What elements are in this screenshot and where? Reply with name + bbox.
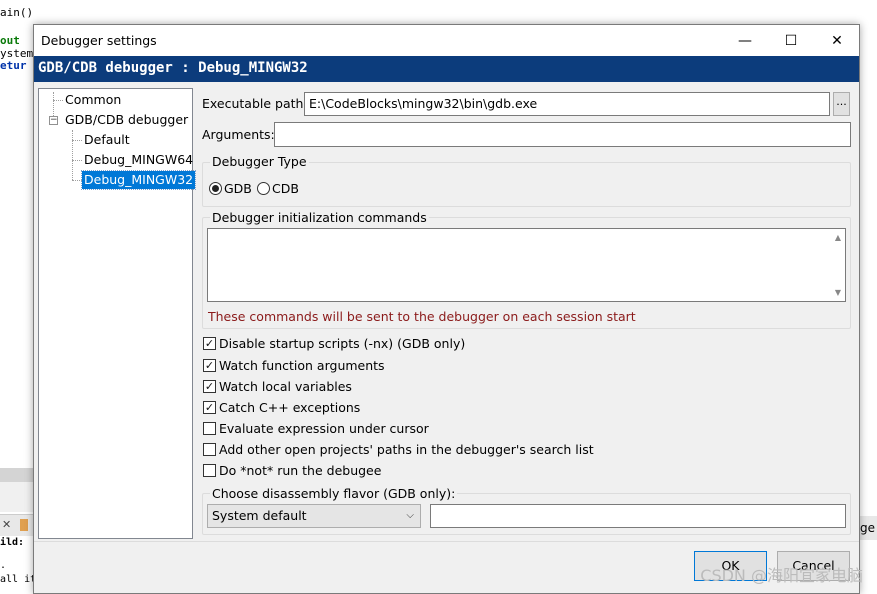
code-line: etur: [0, 59, 27, 72]
close-icon: ✕: [831, 32, 843, 49]
close-icon[interactable]: ✕: [2, 518, 11, 531]
code-text: out: [0, 34, 20, 47]
tree-item-default[interactable]: Default: [82, 131, 132, 149]
tree-connector: [72, 130, 73, 180]
tree-connector: [72, 180, 82, 181]
tree-item-gdb-cdb-debugger[interactable]: GDB/CDB debugger: [63, 111, 190, 129]
debugger-settings-dialog: Debugger settings — ☐ ✕ GDB/CDB debugger…: [33, 24, 860, 594]
disassembly-flavor-value: System default: [212, 508, 307, 523]
maximize-icon: ☐: [784, 32, 798, 49]
checkbox-do-not-run-debugee[interactable]: [203, 464, 216, 477]
tree-connector: [53, 100, 63, 101]
radio-cdb-label[interactable]: CDB: [272, 181, 299, 196]
disassembly-title: Choose disassembly flavor (GDB only):: [210, 486, 458, 501]
radio-gdb[interactable]: [209, 182, 222, 195]
background-panel: [0, 482, 34, 512]
code-line: out: [0, 34, 20, 47]
checkbox-add-other-projects-paths-label[interactable]: Add other open projects' paths in the de…: [219, 442, 594, 457]
init-commands-title: Debugger initialization commands: [210, 210, 429, 225]
scroll-down-icon[interactable]: ▼: [835, 288, 841, 297]
disassembly-flavor-select[interactable]: System default ⌵: [207, 504, 421, 528]
radio-gdb-label[interactable]: GDB: [224, 181, 252, 196]
collapse-icon[interactable]: −: [49, 116, 58, 125]
checkbox-catch-cpp-exceptions[interactable]: ✓: [203, 401, 216, 414]
radio-cdb[interactable]: [257, 182, 270, 195]
executable-path-input[interactable]: E:\CodeBlocks\mingw32\bin\gdb.exe: [304, 92, 830, 116]
log-tab-icon: [20, 519, 28, 531]
footer-separator: [34, 541, 859, 542]
maximize-button[interactable]: ☐: [768, 25, 814, 56]
log-line: .: [0, 560, 7, 571]
scroll-up-icon[interactable]: ▲: [835, 233, 841, 242]
init-commands-textarea[interactable]: ▲ ▼: [207, 228, 846, 302]
title-bar[interactable]: Debugger settings — ☐ ✕: [34, 25, 859, 56]
checkbox-disable-startup-scripts-label[interactable]: Disable startup scripts (-nx) (GDB only): [219, 336, 465, 351]
arguments-input[interactable]: [274, 122, 851, 147]
checkbox-watch-function-arguments-label[interactable]: Watch function arguments: [219, 358, 385, 373]
watermark: CSDN @海阳宜家电脑: [700, 566, 863, 585]
minimize-button[interactable]: —: [722, 25, 768, 56]
checkbox-evaluate-expression[interactable]: [203, 422, 216, 435]
arguments-label: Arguments:: [202, 127, 275, 142]
tree-connector: [72, 160, 82, 161]
chevron-down-icon: ⌵: [406, 510, 414, 521]
close-button[interactable]: ✕: [814, 25, 860, 56]
minimize-icon: —: [738, 32, 752, 49]
tree-item-debug-mingw32[interactable]: Debug_MINGW32: [80, 170, 197, 190]
init-commands-hint: These commands will be sent to the debug…: [208, 309, 636, 324]
code-line: ain(): [0, 6, 33, 19]
background-scrollbar: [0, 468, 34, 482]
settings-tree[interactable]: − Common GDB/CDB debugger Default Debug_…: [38, 88, 197, 539]
checkbox-watch-local-variables[interactable]: ✓: [203, 380, 216, 393]
checkbox-add-other-projects-paths[interactable]: [203, 443, 216, 456]
checkbox-evaluate-expression-label[interactable]: Evaluate expression under cursor: [219, 421, 429, 436]
debugger-type-title: Debugger Type: [210, 154, 309, 169]
tree-item-debug-mingw64[interactable]: Debug_MINGW64: [82, 151, 195, 169]
checkbox-do-not-run-debugee-label[interactable]: Do *not* run the debugee: [219, 463, 381, 478]
disassembly-extra-input[interactable]: [430, 504, 846, 528]
checkbox-watch-local-variables-label[interactable]: Watch local variables: [219, 379, 352, 394]
background-tab-fragment: ge: [860, 516, 877, 540]
code-text: ain(): [0, 6, 34, 19]
log-line: ild:: [0, 537, 25, 548]
background-tabs: ✕: [0, 514, 34, 536]
checkbox-catch-cpp-exceptions-label[interactable]: Catch C++ exceptions: [219, 400, 360, 415]
browse-button[interactable]: ...: [833, 92, 850, 116]
executable-path-label: Executable path:: [202, 96, 308, 111]
dialog-title: Debugger settings: [41, 33, 157, 48]
code-text: etur: [0, 59, 27, 72]
checkbox-watch-function-arguments[interactable]: ✓: [203, 359, 216, 372]
tree-connector: [72, 140, 82, 141]
checkbox-disable-startup-scripts[interactable]: ✓: [203, 337, 216, 350]
tree-item-common[interactable]: Common: [63, 91, 123, 109]
settings-header: GDB/CDB debugger : Debug_MINGW32: [34, 56, 859, 82]
